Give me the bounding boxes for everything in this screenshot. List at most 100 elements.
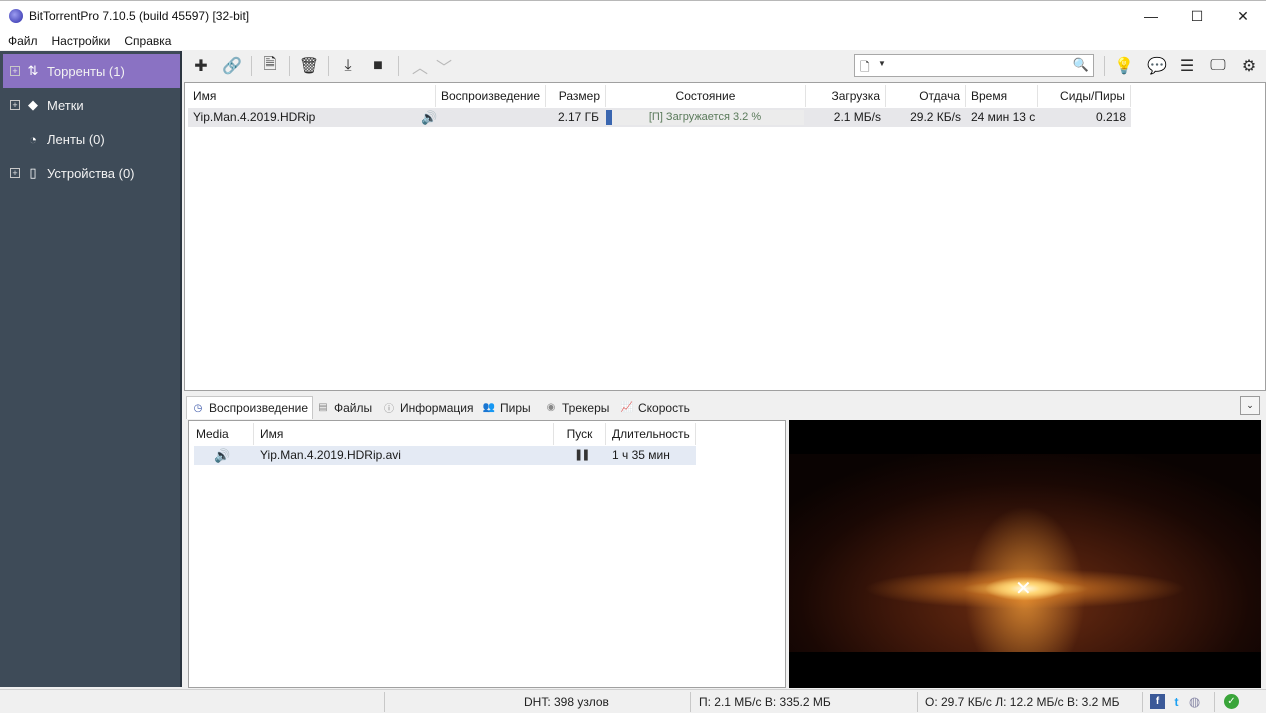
- list-view-button[interactable]: ☰: [1174, 54, 1200, 78]
- minimize-icon: —: [1144, 8, 1158, 24]
- file-duration: 1 ч 35 мин: [612, 448, 670, 462]
- globe-icon[interactable]: ◍: [1187, 694, 1202, 709]
- table-row[interactable]: Yip.Man.4.2019.HDRip 🔊 2.17 ГБ [П] Загру…: [188, 108, 1131, 127]
- tab-peers[interactable]: 👥 Пиры: [478, 396, 535, 419]
- tab-label: Воспроизведение: [209, 401, 309, 415]
- tab-files[interactable]: ▤ Файлы: [312, 396, 376, 419]
- caret-down-icon[interactable]: ▼: [878, 59, 886, 68]
- search-icon[interactable]: 🔍: [1073, 57, 1089, 73]
- add-torrent-button[interactable]: ✚: [188, 54, 214, 78]
- plus-icon: ✚: [194, 58, 208, 75]
- download-speed: 2.1 МБ/s: [833, 110, 881, 124]
- twitter-icon[interactable]: t: [1169, 694, 1184, 709]
- tips-button[interactable]: 💡: [1111, 54, 1137, 78]
- tab-info[interactable]: ⓘ Информация: [378, 396, 477, 419]
- phone-icon: ▯: [29, 165, 37, 180]
- monitor-icon: 🖵: [1210, 57, 1226, 74]
- tab-label: Пиры: [500, 400, 531, 415]
- video-player[interactable]: ✕: [789, 420, 1261, 688]
- search-input[interactable]: [891, 57, 1071, 74]
- column-header-duration[interactable]: Длительность: [606, 423, 696, 445]
- sidebar-item-label: Ленты (0): [47, 131, 105, 147]
- chat-icon: 💬: [1147, 58, 1167, 75]
- column-header-media[interactable]: Media: [190, 423, 254, 445]
- title-bar: BitTorrentPro 7.10.5 (build 45597) [32-b…: [0, 0, 1266, 31]
- column-header-time[interactable]: Время: [966, 85, 1038, 107]
- upload-speed: 29.2 КБ/s: [910, 110, 961, 124]
- stop-icon: ■: [373, 57, 383, 74]
- sidebar-item-label: Торренты (1): [47, 63, 125, 79]
- sidebar-item-feeds[interactable]: ◔ Ленты (0): [3, 122, 180, 156]
- column-header-name[interactable]: Имя: [254, 423, 554, 445]
- tab-playback[interactable]: ◷ Воспроизведение: [186, 396, 314, 419]
- link-icon: 🔗: [222, 58, 242, 75]
- sidebar-item-torrents[interactable]: + ⇅ Торренты (1): [3, 54, 180, 88]
- window-controls: — ☐ ✕: [1128, 1, 1266, 31]
- tab-label: Файлы: [334, 400, 373, 415]
- tab-label: Скорость: [638, 400, 690, 415]
- playback-file-list[interactable]: Media Имя Пуск Длительность 🔊 Yip.Man.4.…: [188, 420, 786, 688]
- toolbar-separator: [398, 56, 399, 76]
- time-remaining: 24 мин 13 с: [971, 110, 1036, 124]
- settings-button[interactable]: ⚙: [1236, 54, 1262, 78]
- expand-icon[interactable]: +: [10, 100, 20, 110]
- toolbar-separator: [328, 56, 329, 76]
- menu-settings[interactable]: Настройки: [45, 34, 118, 48]
- add-link-button[interactable]: 🔗: [219, 54, 245, 78]
- detail-tabs: ◷ Воспроизведение ▤ Файлы ⓘ Информация 👥…: [184, 393, 1266, 419]
- pause-icon[interactable]: ❚❚: [568, 446, 598, 465]
- progress-bar: [П] Загружается 3.2 %: [606, 110, 804, 125]
- remote-button[interactable]: 🖵: [1205, 54, 1231, 78]
- table-row[interactable]: 🔊 Yip.Man.4.2019.HDRip.avi ❚❚ 1 ч 35 мин: [194, 446, 696, 465]
- facebook-icon[interactable]: f: [1150, 694, 1165, 709]
- column-header-download[interactable]: Загрузка: [806, 85, 886, 107]
- column-header-playback[interactable]: Воспроизведение: [436, 85, 546, 107]
- tab-label: Трекеры: [562, 400, 610, 415]
- list-icon: ☰: [1179, 58, 1195, 75]
- toolbar-separator: [289, 56, 290, 76]
- menu-help[interactable]: Справка: [117, 34, 178, 48]
- tab-speed[interactable]: 📈 Скорость: [616, 396, 694, 419]
- column-header-name[interactable]: Имя: [188, 85, 436, 107]
- document-icon[interactable]: 🗋: [860, 58, 870, 79]
- peers-icon: 👥: [482, 402, 496, 413]
- maximize-icon: ☐: [1190, 7, 1204, 24]
- start-download-button[interactable]: ⤓: [335, 54, 361, 78]
- download-icon: ⤓: [344, 57, 352, 74]
- speaker-icon[interactable]: 🔊: [416, 108, 446, 127]
- maximize-button[interactable]: ☐: [1174, 1, 1220, 31]
- video-frame: ✕: [789, 454, 1261, 652]
- column-header-status[interactable]: Состояние: [606, 85, 806, 107]
- dht-status: DHT: 398 узлов: [524, 695, 609, 709]
- window-title: BitTorrentPro 7.10.5 (build 45597) [32-b…: [29, 9, 250, 23]
- remove-button[interactable]: 🗑: [296, 54, 322, 78]
- close-button[interactable]: ✕: [1220, 1, 1266, 31]
- column-header-upload[interactable]: Отдача: [886, 85, 966, 107]
- menu-file[interactable]: Файл: [0, 34, 45, 48]
- sidebar: + ⇅ Торренты (1) + ◆ Метки ◔ Ленты (0) +…: [0, 51, 182, 687]
- torrent-status: [П] Загружается 3.2 %: [648, 111, 762, 123]
- expand-icon[interactable]: +: [10, 168, 20, 178]
- connection-ok-icon[interactable]: ✓: [1224, 694, 1239, 709]
- column-header-size[interactable]: Размер: [546, 85, 606, 107]
- chevron-down-icon: ⌄: [1246, 400, 1254, 410]
- sidebar-item-labels[interactable]: + ◆ Метки: [3, 88, 180, 122]
- speed-chart-icon: 📈: [620, 402, 634, 413]
- expand-icon[interactable]: +: [10, 66, 20, 76]
- torrent-list[interactable]: Имя Воспроизведение Размер Состояние Заг…: [184, 82, 1266, 391]
- column-header-play[interactable]: Пуск: [554, 423, 606, 445]
- move-up-button[interactable]: ︿: [407, 54, 433, 78]
- collapse-panel-button[interactable]: ⌄: [1240, 396, 1260, 415]
- column-header-ratio[interactable]: Сиды/Пиры: [1038, 85, 1131, 107]
- tab-trackers[interactable]: ◉ Трекеры: [540, 396, 613, 419]
- create-torrent-button[interactable]: 🗎: [257, 54, 283, 78]
- move-down-button[interactable]: ﹀: [431, 54, 457, 78]
- toolbar-separator: [1104, 56, 1105, 76]
- chat-button[interactable]: 💬: [1144, 54, 1170, 78]
- sidebar-item-devices[interactable]: + ▯ Устройства (0): [3, 156, 180, 190]
- new-file-icon: 🗎: [263, 55, 277, 73]
- video-logo-glyph: ✕: [1015, 578, 1032, 600]
- minimize-button[interactable]: —: [1128, 1, 1174, 31]
- stop-button[interactable]: ■: [365, 54, 391, 78]
- rss-icon: ◔: [29, 131, 37, 147]
